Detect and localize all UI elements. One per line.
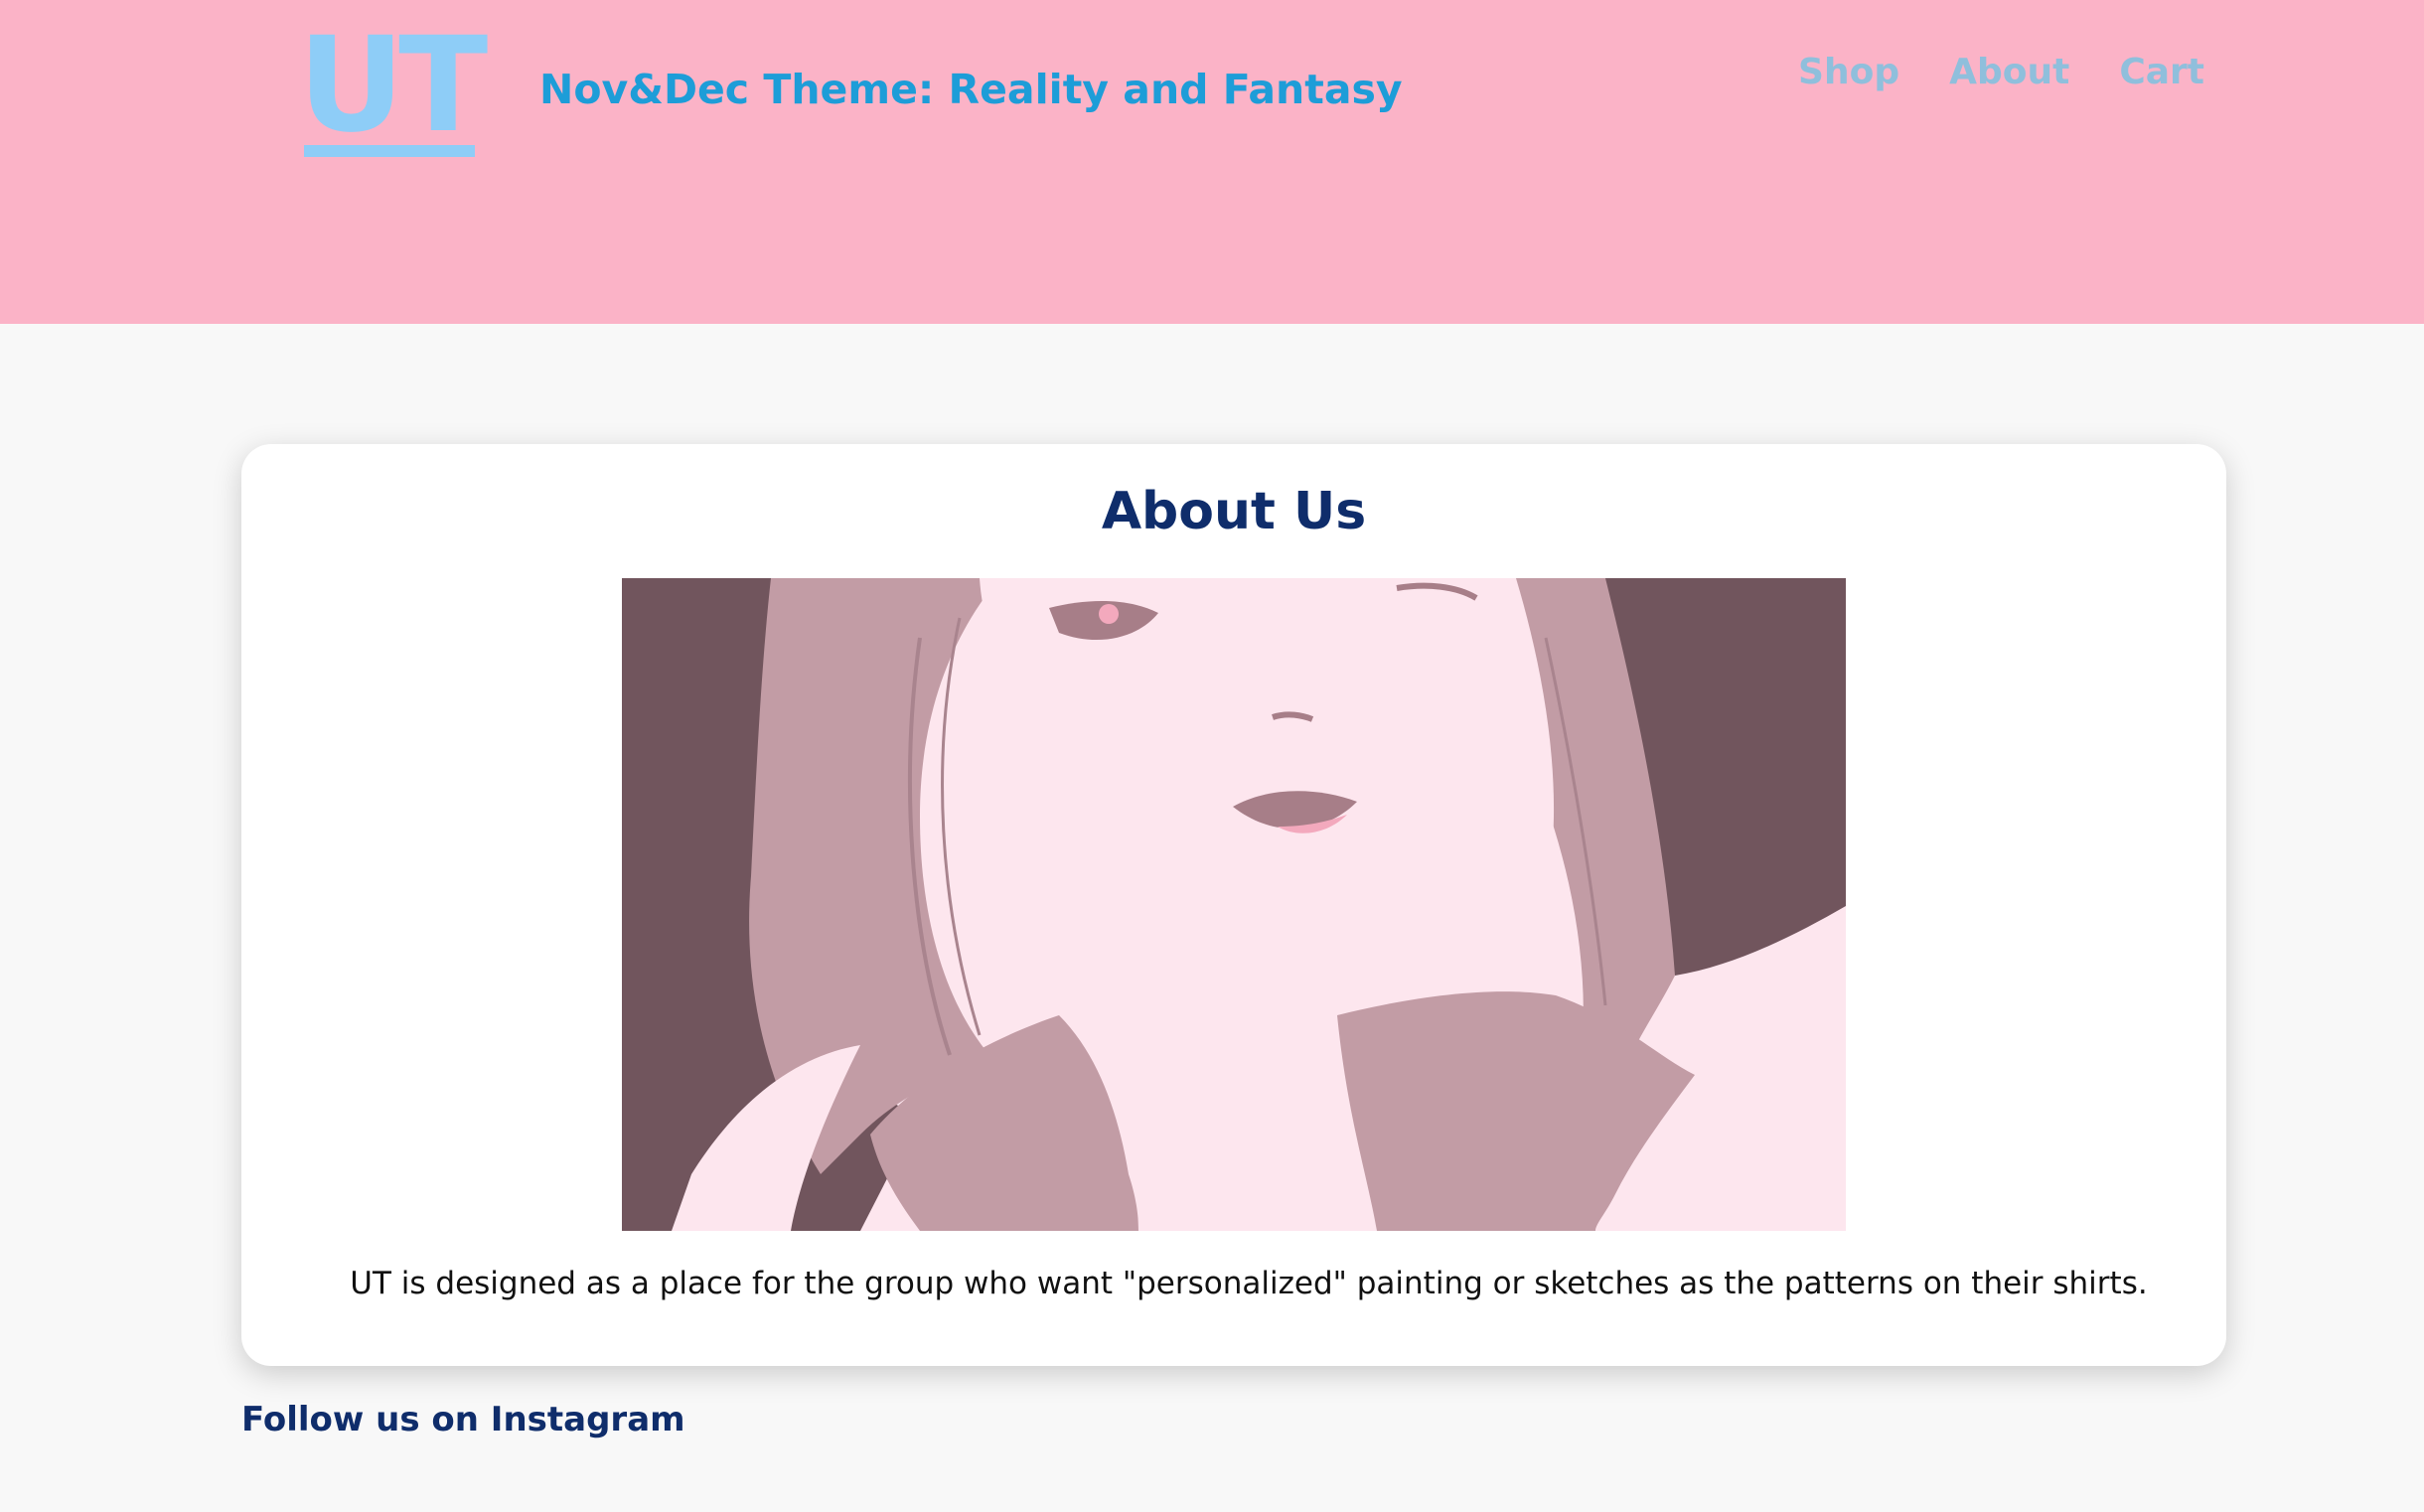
logo-underline bbox=[304, 145, 475, 157]
site-title: Nov&Dec Theme: Reality and Fantasy bbox=[539, 66, 1403, 113]
about-description: UT is designed as a place for the group … bbox=[350, 1266, 2148, 1301]
main-nav: Shop About Cart bbox=[1798, 48, 2204, 97]
nav-about-link[interactable]: About bbox=[1949, 48, 2069, 97]
about-title: About Us bbox=[1101, 482, 1367, 541]
instagram-follow-link[interactable]: Follow us on Instagram bbox=[241, 1395, 685, 1444]
site-header: UT Nov&Dec Theme: Reality and Fantasy Sh… bbox=[0, 0, 2424, 324]
girl-illustration-image bbox=[622, 578, 1846, 1231]
nav-shop-link[interactable]: Shop bbox=[1798, 48, 1899, 97]
nav-cart-link[interactable]: Cart bbox=[2119, 48, 2204, 97]
about-card: About Us UT is designed as a place for t… bbox=[241, 444, 2226, 1366]
logo-text: UT bbox=[298, 9, 488, 162]
about-illustration bbox=[622, 578, 1846, 1231]
logo[interactable]: UT bbox=[298, 9, 488, 162]
